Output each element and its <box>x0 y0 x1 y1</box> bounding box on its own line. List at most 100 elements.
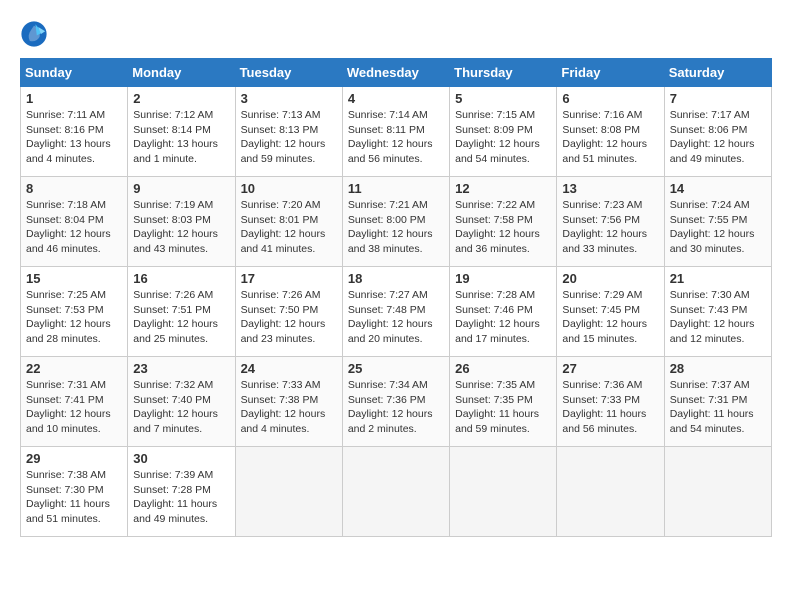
daylight-text: Daylight: 12 hours and 43 minutes. <box>133 228 218 255</box>
daylight-text: Daylight: 12 hours and 25 minutes. <box>133 318 218 345</box>
day-info: Sunrise: 7:26 AM Sunset: 7:50 PM Dayligh… <box>241 288 337 347</box>
daylight-text: Daylight: 12 hours and 54 minutes. <box>455 138 540 165</box>
sunrise-text: Sunrise: 7:12 AM <box>133 109 213 121</box>
daylight-text: Daylight: 12 hours and 36 minutes. <box>455 228 540 255</box>
day-info: Sunrise: 7:14 AM Sunset: 8:11 PM Dayligh… <box>348 108 444 167</box>
day-number: 16 <box>133 271 229 286</box>
day-number: 2 <box>133 91 229 106</box>
logo-icon <box>20 20 48 48</box>
daylight-text: Daylight: 13 hours and 1 minute. <box>133 138 218 165</box>
calendar-cell: 2 Sunrise: 7:12 AM Sunset: 8:14 PM Dayli… <box>128 87 235 177</box>
sunset-text: Sunset: 7:45 PM <box>562 304 640 316</box>
sunrise-text: Sunrise: 7:17 AM <box>670 109 750 121</box>
daylight-text: Daylight: 12 hours and 17 minutes. <box>455 318 540 345</box>
day-info: Sunrise: 7:20 AM Sunset: 8:01 PM Dayligh… <box>241 198 337 257</box>
logo <box>20 20 52 48</box>
calendar-table: SundayMondayTuesdayWednesdayThursdayFrid… <box>20 58 772 537</box>
sunset-text: Sunset: 7:33 PM <box>562 394 640 406</box>
sunset-text: Sunset: 8:04 PM <box>26 214 104 226</box>
calendar-cell: 3 Sunrise: 7:13 AM Sunset: 8:13 PM Dayli… <box>235 87 342 177</box>
day-number: 9 <box>133 181 229 196</box>
daylight-text: Daylight: 12 hours and 49 minutes. <box>670 138 755 165</box>
sunrise-text: Sunrise: 7:32 AM <box>133 379 213 391</box>
sunrise-text: Sunrise: 7:21 AM <box>348 199 428 211</box>
calendar-cell: 12 Sunrise: 7:22 AM Sunset: 7:58 PM Dayl… <box>450 177 557 267</box>
calendar-cell: 28 Sunrise: 7:37 AM Sunset: 7:31 PM Dayl… <box>664 357 771 447</box>
day-info: Sunrise: 7:17 AM Sunset: 8:06 PM Dayligh… <box>670 108 766 167</box>
sunrise-text: Sunrise: 7:23 AM <box>562 199 642 211</box>
daylight-text: Daylight: 12 hours and 59 minutes. <box>241 138 326 165</box>
column-header-wednesday: Wednesday <box>342 59 449 87</box>
calendar-row-4: 29 Sunrise: 7:38 AM Sunset: 7:30 PM Dayl… <box>21 447 772 537</box>
column-header-tuesday: Tuesday <box>235 59 342 87</box>
day-info: Sunrise: 7:35 AM Sunset: 7:35 PM Dayligh… <box>455 378 551 437</box>
day-info: Sunrise: 7:12 AM Sunset: 8:14 PM Dayligh… <box>133 108 229 167</box>
sunrise-text: Sunrise: 7:15 AM <box>455 109 535 121</box>
daylight-text: Daylight: 13 hours and 4 minutes. <box>26 138 111 165</box>
calendar-cell: 24 Sunrise: 7:33 AM Sunset: 7:38 PM Dayl… <box>235 357 342 447</box>
calendar-cell: 25 Sunrise: 7:34 AM Sunset: 7:36 PM Dayl… <box>342 357 449 447</box>
sunrise-text: Sunrise: 7:18 AM <box>26 199 106 211</box>
sunset-text: Sunset: 8:00 PM <box>348 214 426 226</box>
daylight-text: Daylight: 12 hours and 20 minutes. <box>348 318 433 345</box>
day-info: Sunrise: 7:29 AM Sunset: 7:45 PM Dayligh… <box>562 288 658 347</box>
calendar-cell: 29 Sunrise: 7:38 AM Sunset: 7:30 PM Dayl… <box>21 447 128 537</box>
calendar-row-1: 8 Sunrise: 7:18 AM Sunset: 8:04 PM Dayli… <box>21 177 772 267</box>
day-info: Sunrise: 7:34 AM Sunset: 7:36 PM Dayligh… <box>348 378 444 437</box>
day-info: Sunrise: 7:25 AM Sunset: 7:53 PM Dayligh… <box>26 288 122 347</box>
day-number: 11 <box>348 181 444 196</box>
calendar-cell: 26 Sunrise: 7:35 AM Sunset: 7:35 PM Dayl… <box>450 357 557 447</box>
sunset-text: Sunset: 7:31 PM <box>670 394 748 406</box>
day-info: Sunrise: 7:37 AM Sunset: 7:31 PM Dayligh… <box>670 378 766 437</box>
daylight-text: Daylight: 12 hours and 23 minutes. <box>241 318 326 345</box>
day-number: 17 <box>241 271 337 286</box>
sunrise-text: Sunrise: 7:31 AM <box>26 379 106 391</box>
day-number: 27 <box>562 361 658 376</box>
sunrise-text: Sunrise: 7:39 AM <box>133 469 213 481</box>
day-number: 15 <box>26 271 122 286</box>
day-number: 26 <box>455 361 551 376</box>
day-number: 30 <box>133 451 229 466</box>
day-number: 5 <box>455 91 551 106</box>
calendar-cell: 9 Sunrise: 7:19 AM Sunset: 8:03 PM Dayli… <box>128 177 235 267</box>
day-info: Sunrise: 7:15 AM Sunset: 8:09 PM Dayligh… <box>455 108 551 167</box>
sunrise-text: Sunrise: 7:29 AM <box>562 289 642 301</box>
day-info: Sunrise: 7:16 AM Sunset: 8:08 PM Dayligh… <box>562 108 658 167</box>
sunset-text: Sunset: 8:06 PM <box>670 124 748 136</box>
day-info: Sunrise: 7:18 AM Sunset: 8:04 PM Dayligh… <box>26 198 122 257</box>
column-header-monday: Monday <box>128 59 235 87</box>
day-number: 21 <box>670 271 766 286</box>
column-header-thursday: Thursday <box>450 59 557 87</box>
daylight-text: Daylight: 12 hours and 7 minutes. <box>133 408 218 435</box>
calendar-cell: 27 Sunrise: 7:36 AM Sunset: 7:33 PM Dayl… <box>557 357 664 447</box>
calendar-cell <box>557 447 664 537</box>
day-info: Sunrise: 7:26 AM Sunset: 7:51 PM Dayligh… <box>133 288 229 347</box>
calendar-cell: 18 Sunrise: 7:27 AM Sunset: 7:48 PM Dayl… <box>342 267 449 357</box>
sunset-text: Sunset: 8:09 PM <box>455 124 533 136</box>
calendar-cell: 20 Sunrise: 7:29 AM Sunset: 7:45 PM Dayl… <box>557 267 664 357</box>
daylight-text: Daylight: 12 hours and 41 minutes. <box>241 228 326 255</box>
calendar-cell: 7 Sunrise: 7:17 AM Sunset: 8:06 PM Dayli… <box>664 87 771 177</box>
day-info: Sunrise: 7:38 AM Sunset: 7:30 PM Dayligh… <box>26 468 122 527</box>
day-number: 6 <box>562 91 658 106</box>
sunset-text: Sunset: 7:30 PM <box>26 484 104 496</box>
daylight-text: Daylight: 11 hours and 51 minutes. <box>26 498 110 525</box>
sunrise-text: Sunrise: 7:16 AM <box>562 109 642 121</box>
sunset-text: Sunset: 7:35 PM <box>455 394 533 406</box>
sunset-text: Sunset: 8:08 PM <box>562 124 640 136</box>
sunset-text: Sunset: 7:40 PM <box>133 394 211 406</box>
day-info: Sunrise: 7:39 AM Sunset: 7:28 PM Dayligh… <box>133 468 229 527</box>
page-header <box>20 20 772 48</box>
calendar-cell <box>664 447 771 537</box>
daylight-text: Daylight: 12 hours and 10 minutes. <box>26 408 111 435</box>
sunset-text: Sunset: 7:36 PM <box>348 394 426 406</box>
daylight-text: Daylight: 12 hours and 12 minutes. <box>670 318 755 345</box>
day-info: Sunrise: 7:23 AM Sunset: 7:56 PM Dayligh… <box>562 198 658 257</box>
day-info: Sunrise: 7:27 AM Sunset: 7:48 PM Dayligh… <box>348 288 444 347</box>
day-number: 24 <box>241 361 337 376</box>
sunset-text: Sunset: 7:55 PM <box>670 214 748 226</box>
daylight-text: Daylight: 12 hours and 38 minutes. <box>348 228 433 255</box>
day-info: Sunrise: 7:24 AM Sunset: 7:55 PM Dayligh… <box>670 198 766 257</box>
sunset-text: Sunset: 7:41 PM <box>26 394 104 406</box>
day-number: 3 <box>241 91 337 106</box>
